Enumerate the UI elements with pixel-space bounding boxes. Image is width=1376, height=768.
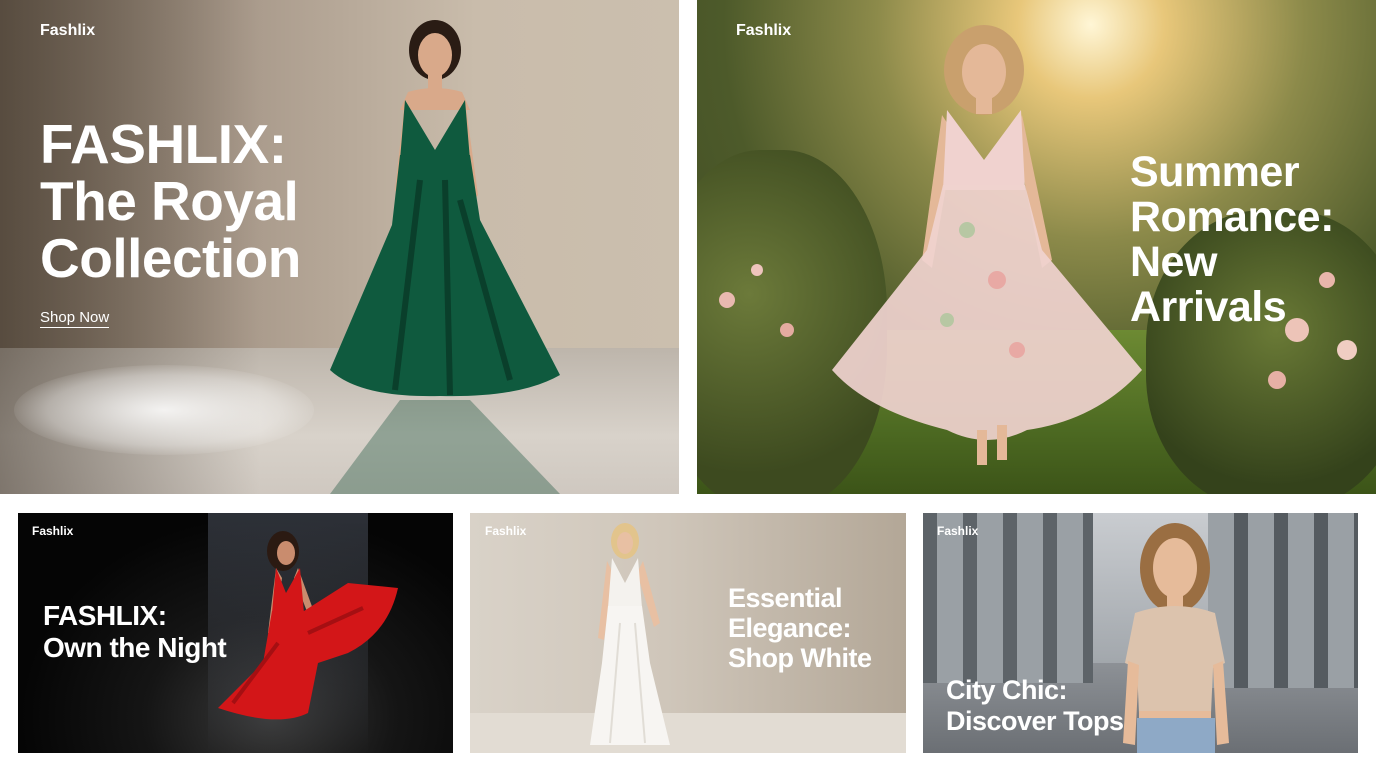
headline: City Chic: Discover Tops — [946, 675, 1124, 737]
headline-line: FASHLIX: — [43, 600, 167, 631]
headline: FASHLIX: The Royal Collection — [40, 116, 301, 287]
headline-line: Own the Night — [43, 632, 227, 663]
banner-city-chic[interactable]: Fashlix City Chic: Discover Tops — [923, 513, 1358, 753]
headline-line: Essential — [728, 583, 843, 613]
brand-logo[interactable]: Fashlix — [32, 524, 73, 538]
banner-summer-romance[interactable]: Fashlix Summer Romance: New Arrivals — [697, 0, 1376, 494]
banner-royal-collection[interactable]: Fashlix FASHLIX: The Royal Collection Sh… — [0, 0, 679, 494]
headline-line: Arrivals — [1130, 283, 1287, 331]
banner-essential-elegance[interactable]: Fashlix Essential Elegance: Shop White — [470, 513, 906, 753]
headline: Essential Elegance: Shop White — [728, 583, 872, 673]
headline-line: City Chic: — [946, 675, 1068, 705]
headline-line: Elegance: — [728, 613, 852, 643]
headline-line: FASHLIX: — [40, 113, 287, 175]
headline-line: The Royal — [40, 170, 299, 232]
shop-now-link[interactable]: Shop Now — [40, 309, 110, 328]
headline-line: Romance: — [1130, 193, 1334, 241]
brand-logo[interactable]: Fashlix — [736, 22, 791, 40]
headline: Summer Romance: New Arrivals — [1130, 150, 1334, 330]
headline-line: Discover Tops — [946, 706, 1124, 736]
brand-logo[interactable]: Fashlix — [40, 22, 95, 40]
headline-line: Summer — [1130, 148, 1300, 196]
headline-line: New — [1130, 238, 1217, 286]
brand-logo[interactable]: Fashlix — [485, 524, 526, 538]
banner-own-the-night[interactable]: Fashlix FASHLIX: Own the Night — [18, 513, 453, 753]
headline: FASHLIX: Own the Night — [43, 600, 227, 664]
brand-logo[interactable]: Fashlix — [937, 524, 978, 538]
headline-line: Collection — [40, 227, 301, 289]
headline-line: Shop White — [728, 643, 872, 673]
